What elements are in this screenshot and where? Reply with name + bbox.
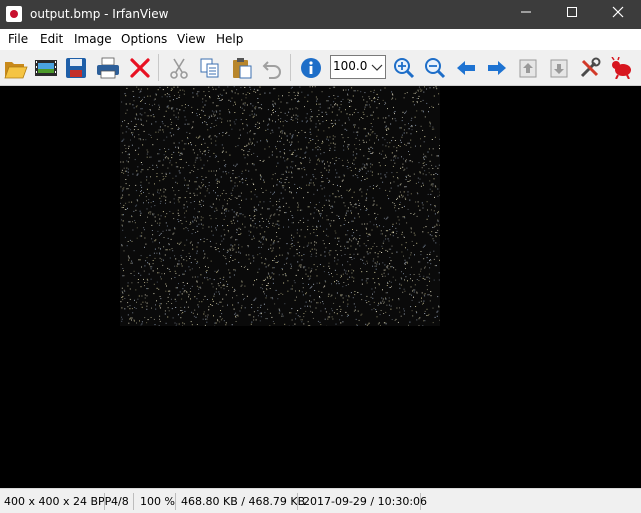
zoom-input[interactable]: [333, 59, 367, 73]
toolbar-separator: [290, 54, 291, 81]
next-page-button[interactable]: [545, 54, 572, 81]
settings-button[interactable]: [576, 54, 603, 81]
status-separator: [133, 493, 134, 510]
print-icon: [96, 57, 120, 79]
status-index: 4/8: [111, 495, 129, 508]
open-folder-icon: [4, 57, 28, 79]
minimize-button[interactable]: [503, 0, 549, 29]
status-separator: [175, 493, 176, 510]
next-button[interactable]: [483, 54, 510, 81]
undo-icon: [261, 57, 283, 79]
status-separator: [104, 493, 105, 510]
delete-icon: [129, 57, 151, 79]
close-icon: [612, 6, 624, 18]
close-button[interactable]: [595, 0, 641, 29]
previous-button[interactable]: [452, 54, 479, 81]
previous-page-icon: [517, 57, 539, 79]
zoom-combobox[interactable]: [330, 55, 386, 79]
undo-button[interactable]: [258, 54, 285, 81]
status-file-size: 468.80 KB / 468.79 KB: [181, 495, 305, 508]
print-button[interactable]: [94, 54, 121, 81]
irfanview-app-icon[interactable]: [6, 6, 22, 22]
irfanview-logo-icon: [610, 57, 634, 79]
previous-icon: [455, 57, 477, 79]
zoom-in-icon: [393, 57, 415, 79]
next-icon: [486, 57, 508, 79]
zoom-out-icon: [424, 57, 446, 79]
status-separator: [297, 493, 298, 510]
status-separator: [420, 493, 421, 510]
maximize-button[interactable]: [549, 0, 595, 29]
menu-options[interactable]: Options: [121, 32, 167, 46]
paste-icon: [231, 57, 253, 79]
zoom-out-button[interactable]: [421, 54, 448, 81]
cut-icon: [168, 57, 190, 79]
slideshow-button[interactable]: [32, 54, 59, 81]
menu-image[interactable]: Image: [74, 32, 112, 46]
menu-file[interactable]: File: [8, 32, 28, 46]
previous-page-button[interactable]: [514, 54, 541, 81]
open-button[interactable]: [2, 54, 29, 81]
next-page-icon: [548, 57, 570, 79]
toolbar-separator: [158, 54, 159, 81]
slideshow-icon: [34, 58, 58, 78]
status-bar: 400 x 400 x 24 BPP 4/8 100 % 468.80 KB /…: [0, 488, 641, 513]
title-bar: output.bmp - IrfanView: [0, 0, 641, 29]
cut-button[interactable]: [165, 54, 192, 81]
info-icon: [300, 57, 322, 79]
delete-button[interactable]: [126, 54, 153, 81]
copy-icon: [199, 57, 221, 79]
maximize-icon: [566, 6, 578, 18]
settings-icon: [579, 57, 601, 79]
copy-button[interactable]: [196, 54, 223, 81]
status-dimensions: 400 x 400 x 24 BPP: [4, 495, 111, 508]
menu-bar: File Edit Image Options View Help: [0, 29, 641, 51]
paste-button[interactable]: [228, 54, 255, 81]
status-datetime: 2017-09-29 / 10:30:06: [303, 495, 427, 508]
menu-view[interactable]: View: [177, 32, 205, 46]
zoom-in-button[interactable]: [390, 54, 417, 81]
info-button[interactable]: [297, 54, 324, 81]
irfanview-logo-button[interactable]: [608, 54, 635, 81]
menu-edit[interactable]: Edit: [40, 32, 63, 46]
minimize-icon: [520, 6, 532, 18]
image-viewer[interactable]: [3, 86, 637, 488]
save-icon: [65, 57, 87, 79]
status-zoom: 100 %: [140, 495, 175, 508]
chevron-down-icon[interactable]: [371, 62, 383, 72]
toolbar: [0, 50, 641, 86]
window-title: output.bmp - IrfanView: [30, 7, 168, 21]
menu-help[interactable]: Help: [216, 32, 243, 46]
save-button[interactable]: [62, 54, 89, 81]
displayed-image[interactable]: [120, 86, 440, 326]
